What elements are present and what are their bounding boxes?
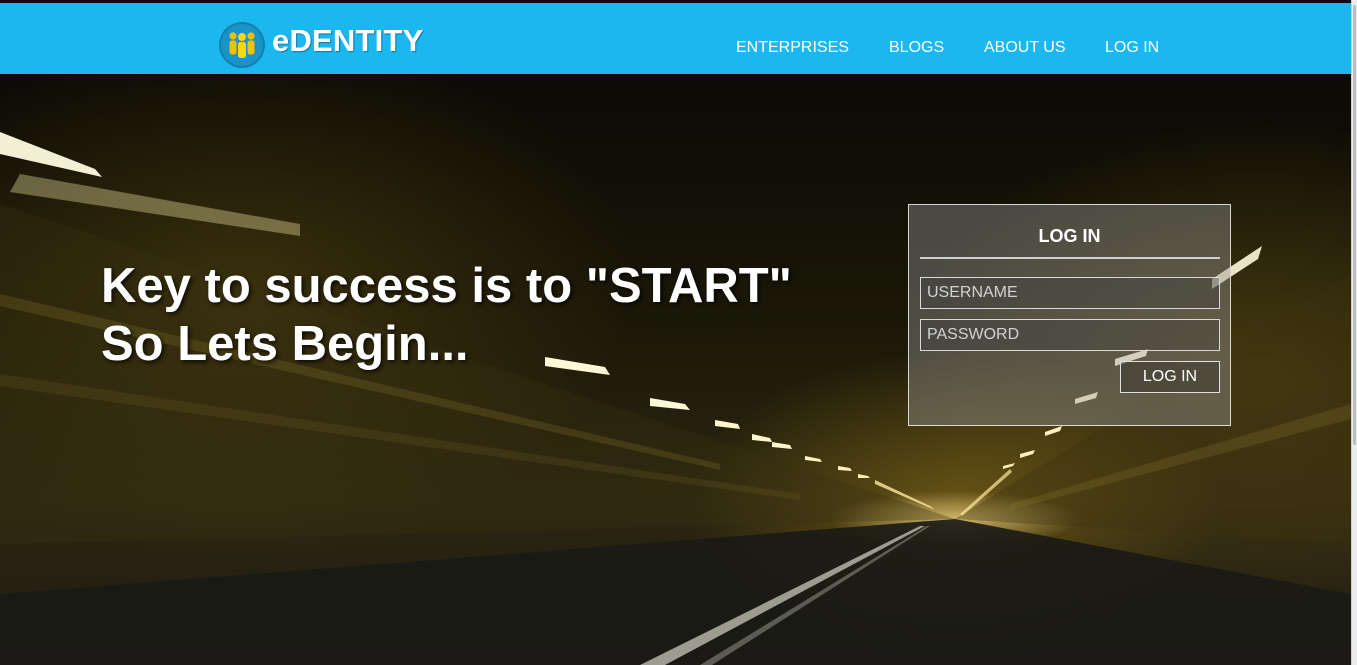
nav-about-us[interactable]: ABOUT US <box>984 39 1066 57</box>
tagline-line-1: Key to success is to "START" <box>101 259 792 313</box>
login-divider <box>920 257 1220 259</box>
login-title: LOG IN <box>1038 226 1101 246</box>
hero-tagline: Key to success is to "START" So Lets Beg… <box>101 257 792 373</box>
username-input[interactable] <box>920 277 1220 309</box>
nav-enterprises[interactable]: ENTERPRISES <box>736 39 849 57</box>
nav-blogs[interactable]: BLOGS <box>889 39 944 57</box>
hero-section: Key to success is to "START" So Lets Beg… <box>0 74 1351 665</box>
people-logo-icon <box>219 22 265 68</box>
tagline-line-2: So Lets Begin... <box>101 317 469 371</box>
vertical-scrollbar[interactable] <box>1351 0 1357 665</box>
brand-name[interactable]: eDENTITY <box>272 23 423 59</box>
login-submit-button[interactable]: LOG IN <box>1120 361 1220 393</box>
scrollbar-thumb[interactable] <box>1353 5 1356 445</box>
nav-log-in[interactable]: LOG IN <box>1105 39 1159 57</box>
login-panel: LOG IN LOG IN <box>908 204 1231 426</box>
password-input[interactable] <box>920 319 1220 351</box>
top-navbar: eDENTITY ENTERPRISES BLOGS ABOUT US LOG … <box>0 3 1351 74</box>
